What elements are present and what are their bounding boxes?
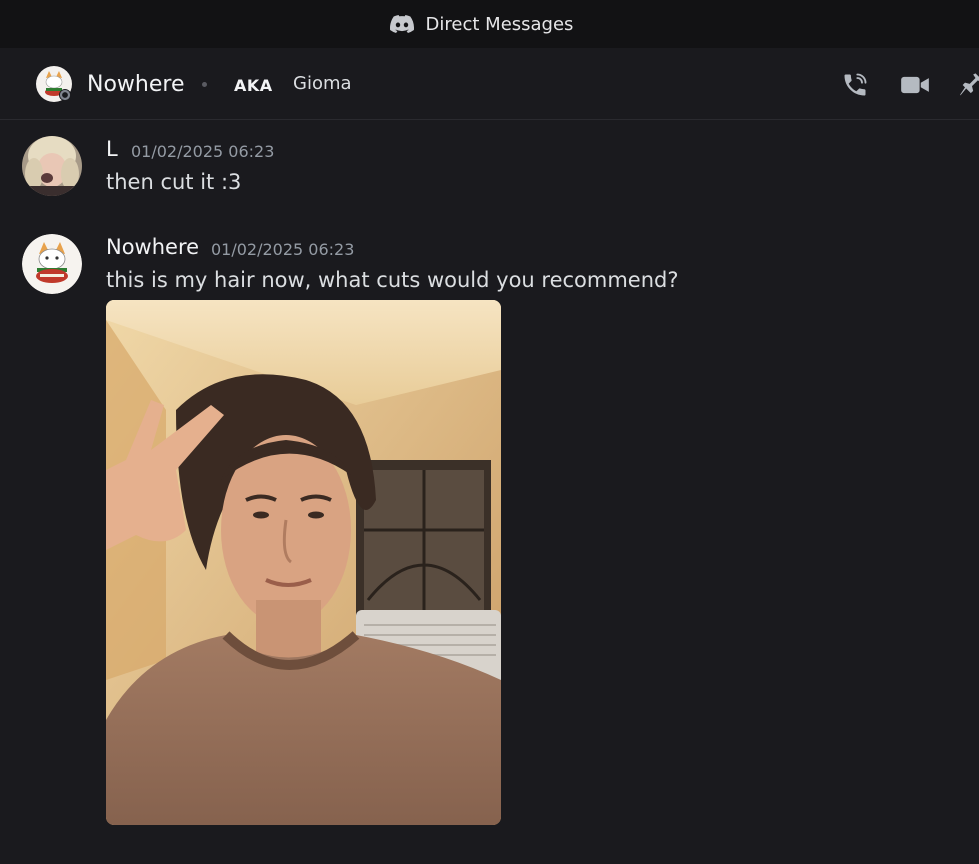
- selfie-image[interactable]: [106, 300, 501, 825]
- title-bar: Direct Messages: [0, 0, 979, 48]
- dm-header: Nowhere AKA Gioma: [0, 49, 979, 120]
- message-timestamp: 01/02/2025 06:23: [211, 240, 355, 259]
- aka-alias: Gioma: [293, 73, 352, 94]
- separator-dot: [202, 82, 207, 87]
- video-call-icon[interactable]: [900, 71, 930, 103]
- message-timestamp: 01/02/2025 06:23: [131, 142, 275, 161]
- avatar[interactable]: [22, 234, 82, 294]
- pin-icon[interactable]: [958, 71, 979, 103]
- message-author[interactable]: Nowhere: [106, 235, 199, 259]
- message-text: then cut it :3: [106, 170, 242, 194]
- message-author[interactable]: L: [106, 137, 118, 161]
- message-text: this is my hair now, what cuts would you…: [106, 268, 679, 292]
- discord-icon: [389, 15, 414, 33]
- dm-recipient-name: Nowhere: [87, 72, 185, 97]
- aka-label: AKA: [234, 76, 273, 95]
- voice-call-icon[interactable]: [841, 71, 869, 103]
- window-title: Direct Messages: [425, 13, 574, 35]
- avatar[interactable]: [36, 66, 72, 102]
- avatar[interactable]: [22, 136, 82, 196]
